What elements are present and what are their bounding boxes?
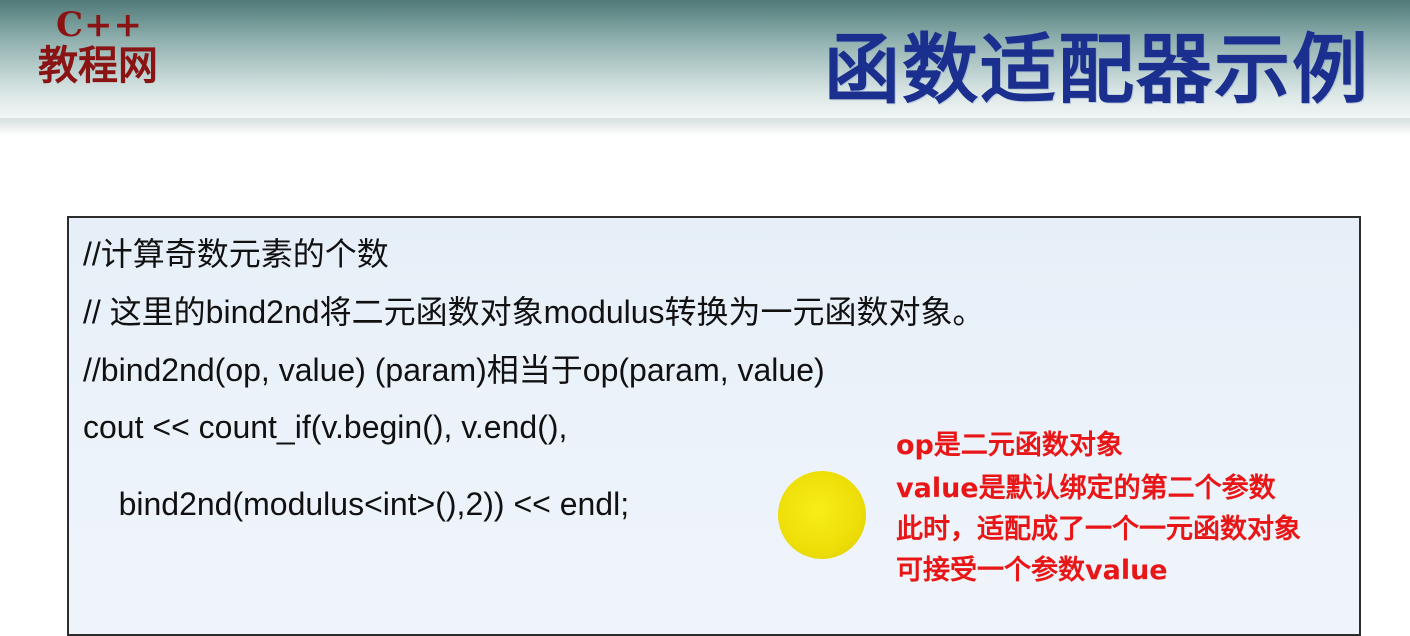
annotation-line-1: op是二元函数对象	[896, 430, 1123, 461]
code-line-statement-2: bind2nd(modulus<int>(),2)) << endl;	[83, 486, 630, 522]
highlight-dot	[778, 471, 866, 559]
code-line-comment-2: // 这里的bind2nd将二元函数对象modulus转换为一元函数对象。	[83, 294, 985, 330]
annotation-line-3: 此时，适配成了一个一元函数对象	[896, 514, 1301, 545]
code-line-comment-1: //计算奇数元素的个数	[83, 236, 389, 272]
page-title: 函数适配器示例	[824, 25, 1370, 114]
logo-cpp-text: C++	[56, 5, 144, 45]
logo-site-name: 教程网	[38, 42, 158, 89]
annotation-line-4: 可接受一个参数value	[896, 555, 1168, 586]
logo: C++ 教程网	[38, 8, 158, 86]
code-line-statement-1: cout << count_if(v.begin(), v.end(),	[83, 409, 568, 445]
code-line-comment-3: //bind2nd(op, value) (param)相当于op(param,…	[83, 352, 825, 388]
annotation-line-2: value是默认绑定的第二个参数	[896, 473, 1276, 504]
header-shadow	[0, 118, 1410, 136]
